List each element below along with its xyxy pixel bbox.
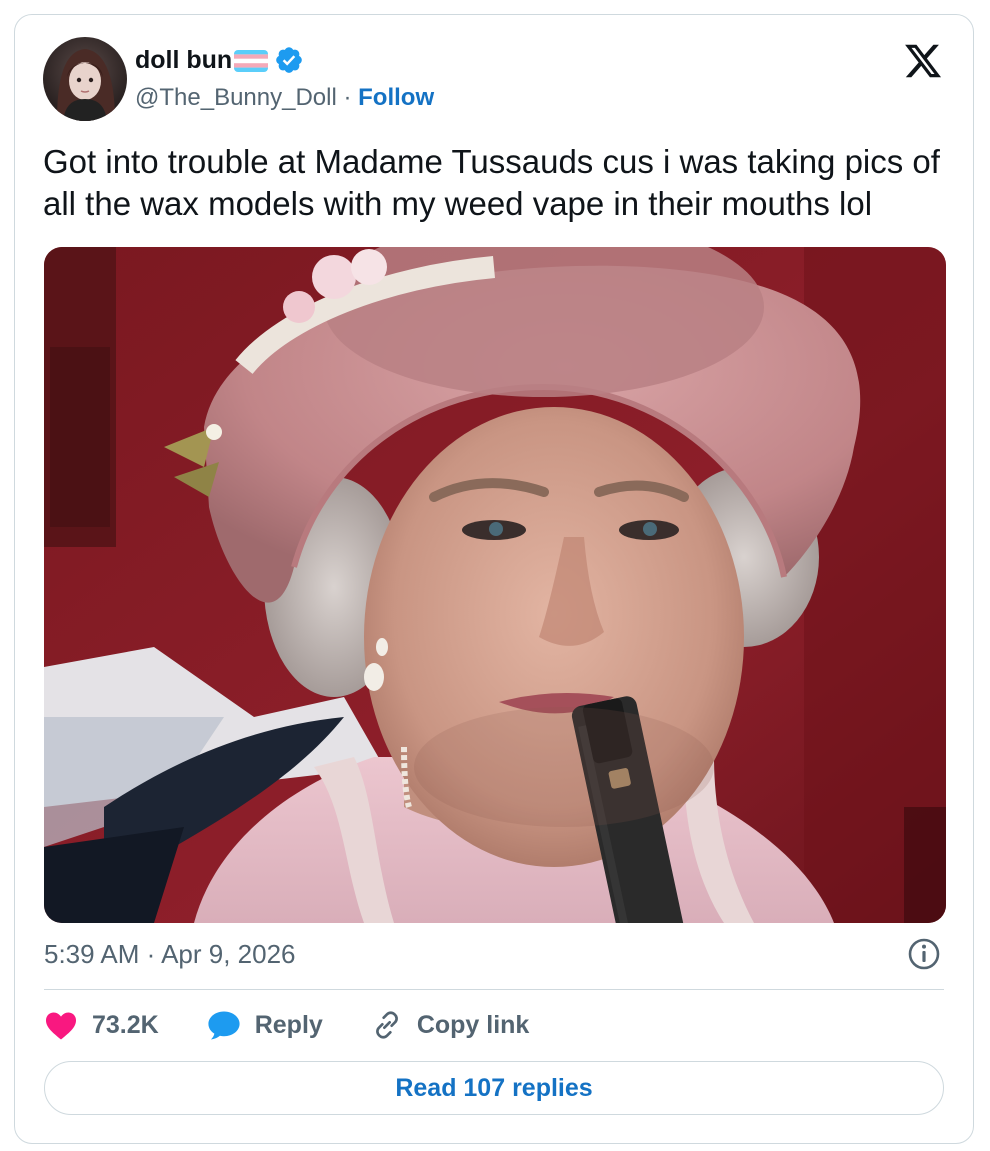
read-replies-button[interactable]: Read 107 replies xyxy=(44,1061,944,1115)
link-icon xyxy=(375,1011,398,1039)
speech-bubble-icon xyxy=(208,1011,240,1040)
author-handle[interactable]: @The_Bunny_Doll xyxy=(135,84,337,111)
tweet-text: Got into trouble at Madame Tussauds cus … xyxy=(43,143,940,222)
reply-button[interactable]: Reply xyxy=(207,1009,323,1041)
like-button[interactable]: 73.2K xyxy=(44,1010,159,1040)
heart-icon xyxy=(46,1012,76,1040)
divider xyxy=(44,989,944,990)
like-count: 73.2K xyxy=(92,1010,159,1039)
author-info: doll bun @The_Bunny_Doll · Follow xyxy=(135,43,434,113)
author-display-name[interactable]: doll bun xyxy=(135,46,232,75)
verified-badge-icon xyxy=(274,45,304,75)
copy-link-button[interactable]: Copy link xyxy=(371,1009,530,1041)
author-avatar[interactable] xyxy=(43,37,127,121)
follow-button[interactable]: Follow xyxy=(358,84,434,111)
name-row: doll bun xyxy=(135,43,434,77)
copy-link-label: Copy link xyxy=(416,1010,530,1039)
tweet-card: doll bun @The_Bunny_Doll · Follow Got in… xyxy=(14,14,974,1144)
transgender-flag-icon xyxy=(234,50,269,72)
handle-row: @The_Bunny_Doll · Follow xyxy=(135,83,434,113)
reply-label: Reply xyxy=(254,1010,323,1039)
avatar-image xyxy=(43,37,127,121)
action-bar: 73.2K Reply Copy link xyxy=(44,1005,577,1045)
tweet-timestamp[interactable]: 5:39 AM · Apr 9, 2026 xyxy=(44,936,296,972)
tweet-photo[interactable] xyxy=(44,247,946,923)
wax-figure-photo xyxy=(44,247,946,923)
handle-separator: · xyxy=(336,84,359,111)
x-logo-icon[interactable] xyxy=(903,41,943,81)
info-icon[interactable] xyxy=(907,937,941,971)
